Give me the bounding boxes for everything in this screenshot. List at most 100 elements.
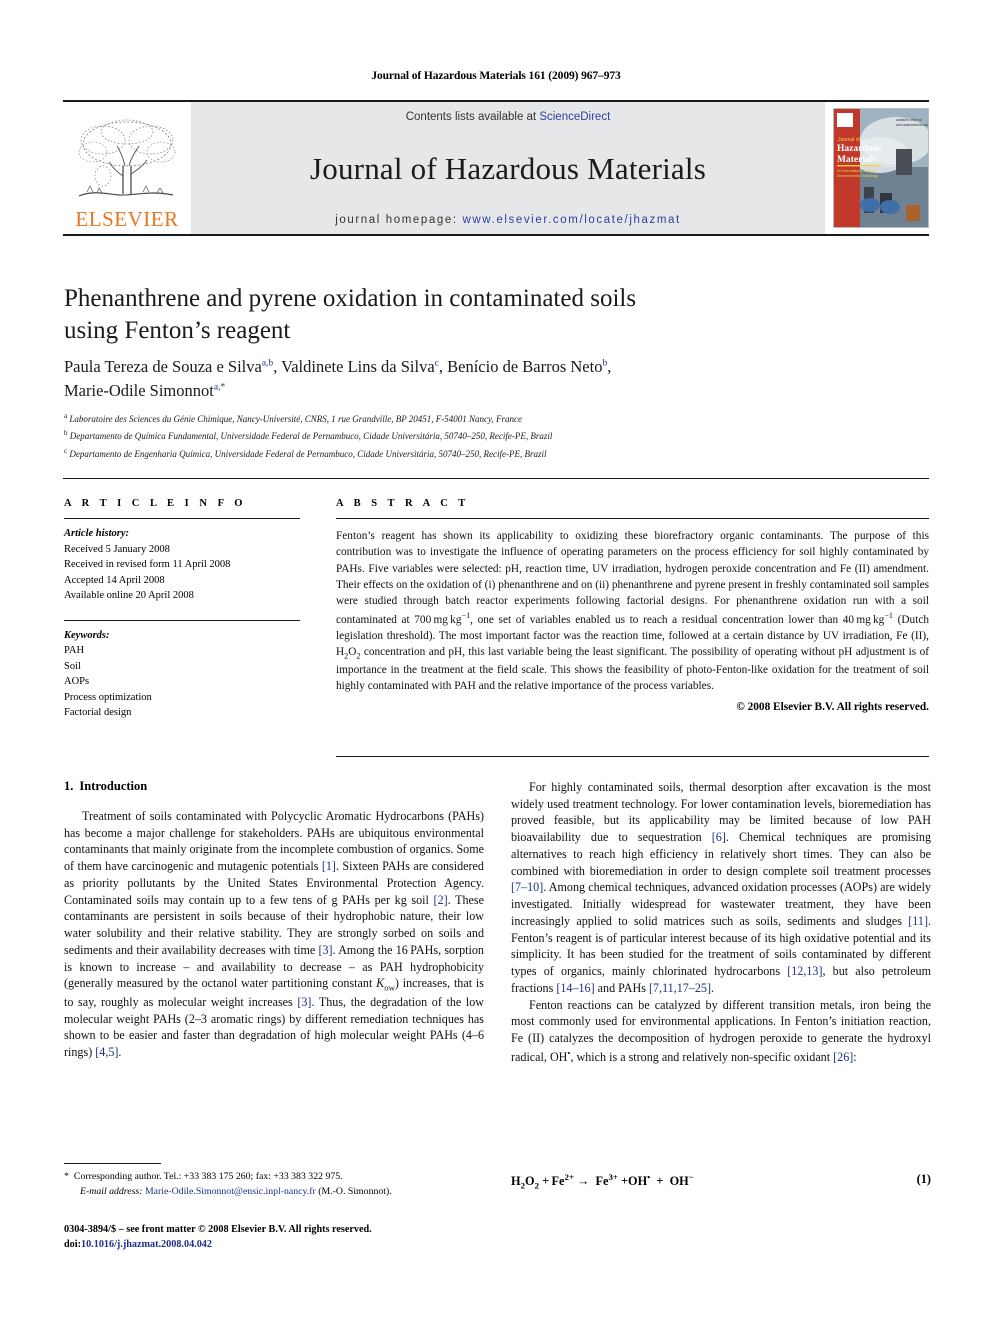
email-label: E-mail address: bbox=[80, 1185, 143, 1197]
citation-ref[interactable]: [4,5] bbox=[95, 1045, 118, 1059]
abstract-body: Fenton’s reagent has shown its applicabi… bbox=[336, 530, 929, 693]
article-history-block: Article history: Received 5 January 2008… bbox=[64, 526, 300, 604]
author: Paula Tereza de Souza e Silvaa,b bbox=[64, 357, 273, 376]
svg-text:Journal of: Journal of bbox=[838, 137, 861, 143]
author-separator: , bbox=[607, 357, 612, 376]
author-separator: , bbox=[438, 357, 448, 376]
svg-text:www.sciencedirect.com: www.sciencedirect.com bbox=[896, 123, 928, 127]
affiliation-item: c Departamento de Engenharia Química, Un… bbox=[64, 445, 894, 462]
keyword-item: Factorial design bbox=[64, 707, 132, 719]
journal-masthead: ELSEVIER Contents lists available at Sci… bbox=[63, 100, 929, 236]
journal-cover-thumbnail: Journal of Hazardous Materials An Intern… bbox=[833, 108, 929, 228]
article-history-item: Accepted 14 April 2008 bbox=[64, 574, 165, 586]
svg-text:Materials: Materials bbox=[837, 155, 876, 165]
paragraph-intro-2: For highly contaminated soils, thermal d… bbox=[511, 780, 931, 995]
imprint-block: 0304-3894/$ – see front matter © 2008 El… bbox=[64, 1222, 524, 1253]
doi-link[interactable]: 10.1016/j.jhazmat.2008.04.042 bbox=[81, 1239, 212, 1250]
author: Marie-Odile Simonnota,* bbox=[64, 381, 225, 400]
svg-text:An International Journal: An International Journal bbox=[837, 169, 875, 173]
doi-label: doi: bbox=[64, 1239, 81, 1251]
author-name: Marie-Odile Simonnot bbox=[64, 380, 214, 400]
author-name: Valdinete Lins da Silva bbox=[281, 357, 435, 376]
article-info-divider-2 bbox=[64, 619, 300, 621]
abstract-copyright: © 2008 Elsevier B.V. All rights reserved… bbox=[736, 700, 929, 713]
keyword-item: AOPs bbox=[64, 676, 90, 688]
footnote-divider bbox=[64, 1163, 161, 1164]
affiliation-mark: b bbox=[64, 429, 68, 438]
equation-1: (1) H2O2 + Fe2+ → Fe3+ +OH• + OH− bbox=[511, 1172, 931, 1191]
author-separator: , bbox=[273, 357, 282, 376]
affiliation-mark: a bbox=[64, 412, 68, 420]
svg-text:available online at: available online at bbox=[896, 118, 922, 122]
author: Valdinete Lins da Silvac bbox=[281, 357, 439, 376]
author-list: Paula Tereza de Souza e Silvaa,b, Valdin… bbox=[64, 355, 894, 403]
journal-band: Contents lists available at ScienceDirec… bbox=[191, 102, 825, 234]
footnote-contact-line: Corresponding author. Tel.: +33 383 175 … bbox=[73, 1171, 343, 1182]
citation-ref[interactable]: [3] bbox=[318, 943, 332, 957]
journal-title: Journal of Hazardous Materials bbox=[310, 151, 706, 186]
keyword-item: Process optimization bbox=[64, 691, 152, 703]
keyword-item: PAH bbox=[64, 645, 85, 657]
elsevier-tree-icon bbox=[78, 119, 176, 197]
email-owner: (M.-O. Simonnot). bbox=[318, 1185, 392, 1197]
footnote-marker: * bbox=[64, 1171, 69, 1182]
article-title-line-2: using Fenton’s reagent bbox=[64, 316, 291, 344]
section-number: 1. bbox=[64, 779, 74, 793]
body-column-left: 1. Introduction Treatment of soils contam… bbox=[64, 779, 484, 1061]
citation-ref[interactable]: [3] bbox=[297, 995, 311, 1009]
citation-ref[interactable]: [7–10] bbox=[511, 880, 543, 894]
keyword-item: Soil bbox=[64, 660, 81, 672]
section-title: Introduction bbox=[79, 779, 148, 793]
citation-ref[interactable]: [12,13] bbox=[787, 964, 822, 978]
affiliation-text: Laboratoire des Sciences du Génie Chimiq… bbox=[69, 414, 523, 424]
author-name: Paula Tereza de Souza e Silva bbox=[64, 357, 262, 376]
author-affiliation-marks[interactable]: a,* bbox=[214, 382, 225, 392]
corresponding-author-footnote: * Corresponding author. Tel.: +33 383 175… bbox=[64, 1170, 484, 1199]
section-heading-introduction: 1. Introduction bbox=[64, 779, 484, 794]
homepage-url-link[interactable]: www.elsevier.com/locate/jhazmat bbox=[462, 214, 680, 226]
abstract-heading: A B S T R A C T bbox=[336, 498, 470, 509]
homepage-label: journal homepage: bbox=[335, 214, 458, 226]
affiliation-item: b Departamento de Química Fundamental, U… bbox=[64, 427, 894, 444]
citation-ref[interactable]: [26] bbox=[833, 1050, 853, 1064]
author: Benício de Barros Netob bbox=[447, 357, 607, 376]
cover-image: Journal of Hazardous Materials An Intern… bbox=[834, 109, 928, 227]
citation-ref[interactable]: [6] bbox=[712, 830, 726, 844]
equation-body: H2O2 + Fe2+ → Fe3+ +OH• + OH− bbox=[511, 1172, 694, 1191]
article-history-item: Received in revised form 11 April 2008 bbox=[64, 559, 231, 571]
affiliation-item: a Laboratoire des Sciences du Génie Chim… bbox=[64, 410, 894, 427]
divider-below-abstract bbox=[336, 756, 929, 757]
sciencedirect-link[interactable]: ScienceDirect bbox=[539, 111, 610, 123]
journal-homepage-line: journal homepage: www.elsevier.com/locat… bbox=[335, 214, 681, 226]
paragraph-intro-3: Fenton reactions can be catalyzed by dif… bbox=[511, 997, 931, 1064]
issn-copyright-line: 0304-3894/$ – see front matter © 2008 El… bbox=[64, 1224, 372, 1235]
svg-text:Environmental Toxicology: Environmental Toxicology bbox=[837, 174, 878, 178]
citation-ref[interactable]: [14–16] bbox=[556, 981, 594, 995]
article-history-item: Received 5 January 2008 bbox=[64, 543, 170, 555]
abstract-column: A B S T R A C T Fenton’s reagent has sho… bbox=[336, 498, 929, 713]
article-info-divider-1 bbox=[64, 518, 300, 519]
article-history-item: Available online 20 April 2008 bbox=[64, 590, 194, 602]
citation-ref[interactable]: [7,11,17–25] bbox=[649, 981, 711, 995]
keywords-block: Keywords: PAH Soil AOPs Process optimiza… bbox=[64, 628, 300, 721]
citation-ref[interactable]: [2] bbox=[434, 893, 448, 907]
citation-ref[interactable]: [1] bbox=[322, 859, 336, 873]
citation-ref[interactable]: [11] bbox=[908, 914, 928, 928]
doi-line: doi:10.1016/j.jhazmat.2008.04.042 bbox=[64, 1237, 524, 1252]
article-info-heading: A R T I C L E I N F O bbox=[64, 498, 247, 509]
email-link[interactable]: Marie-Odile.Simonnot@ensic.inpl-nancy.fr bbox=[145, 1186, 316, 1197]
keywords-label: Keywords: bbox=[64, 629, 110, 641]
affiliation-text: Departamento de Engenharia Química, Univ… bbox=[69, 448, 547, 459]
contents-available-line: Contents lists available at ScienceDirec… bbox=[406, 111, 611, 123]
running-head: Journal of Hazardous Materials 161 (2009… bbox=[371, 70, 621, 82]
author-affiliation-marks: a,b bbox=[261, 358, 274, 369]
abstract-divider bbox=[336, 518, 929, 519]
author-name: Benício de Barros Neto bbox=[447, 357, 603, 376]
elsevier-logo: ELSEVIER bbox=[63, 102, 191, 234]
footnote-email-line: E-mail address: Marie-Odile.Simonnot@ens… bbox=[64, 1185, 484, 1200]
divider-above-abstract bbox=[63, 478, 929, 479]
affiliation-list: a Laboratoire des Sciences du Génie Chim… bbox=[64, 410, 894, 462]
article-history-label: Article history: bbox=[64, 528, 130, 539]
paragraph-intro-1: Treatment of soils contaminated with Pol… bbox=[64, 809, 484, 1060]
body-column-right: For highly contaminated soils, thermal d… bbox=[511, 779, 931, 1066]
